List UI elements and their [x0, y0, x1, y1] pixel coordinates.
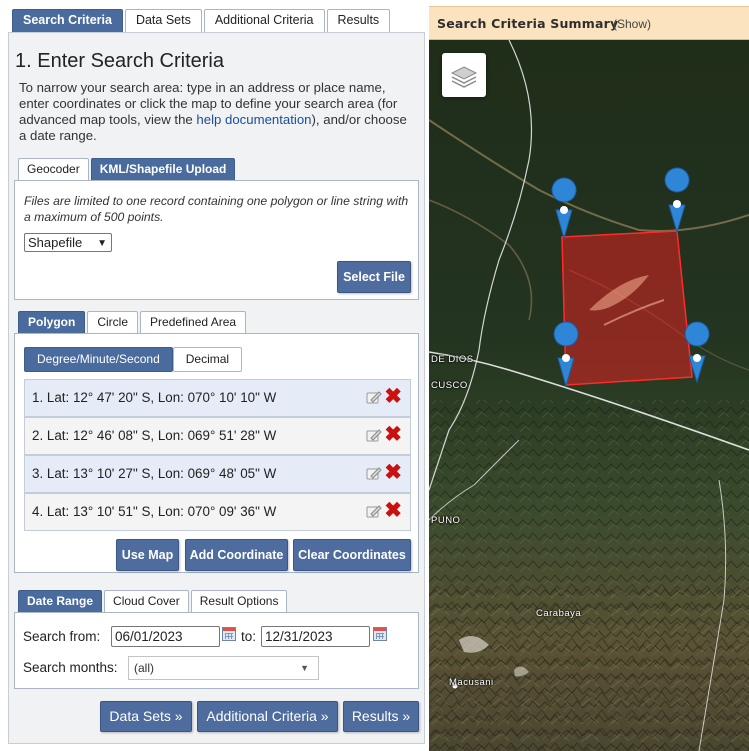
- to-date-input[interactable]: 12/31/2023: [261, 626, 370, 647]
- summary-show-link[interactable]: (Show): [613, 17, 651, 31]
- coordinate-row: 4. Lat: 13° 10' 51" S, Lon: 070° 09' 36"…: [24, 493, 411, 531]
- page-title: 1. Enter Search Criteria: [15, 50, 224, 72]
- satellite-map[interactable]: [429, 40, 749, 751]
- map-label-macusani: Macusani: [449, 677, 494, 688]
- additional-criteria-button[interactable]: Additional Criteria »: [197, 701, 338, 732]
- chevron-down-icon: ▼: [300, 663, 309, 673]
- coordinate-row: 3. Lat: 13° 10' 27" S, Lon: 069° 48' 05"…: [24, 455, 411, 493]
- clear-coordinates-button[interactable]: Clear Coordinates: [293, 539, 411, 571]
- upload-tabs: Geocoder KML/Shapefile Upload: [18, 158, 237, 180]
- coordinate-row: 1. Lat: 12° 47' 20" S, Lon: 070° 10' 10"…: [24, 379, 411, 417]
- edit-icon[interactable]: [366, 504, 382, 518]
- coordinate-text: 1. Lat: 12° 47' 20" S, Lon: 070° 10' 10"…: [32, 390, 277, 405]
- to-label: to:: [241, 629, 257, 644]
- from-date-input[interactable]: 06/01/2023: [111, 626, 220, 647]
- edit-icon[interactable]: [366, 390, 382, 404]
- intro-text: To narrow your search area: type in an a…: [19, 80, 417, 144]
- upload-box: Files are limited to one record containi…: [14, 180, 419, 300]
- summary-header[interactable]: Search Criteria Summary (Show): [429, 6, 749, 40]
- coordinate-row: 2. Lat: 12° 46' 08" S, Lon: 069° 51' 28"…: [24, 417, 411, 455]
- tab-result-options[interactable]: Result Options: [190, 590, 288, 612]
- tab-additional-criteria[interactable]: Additional Criteria: [203, 9, 325, 32]
- tab-kml-shapefile-upload[interactable]: KML/Shapefile Upload: [90, 158, 236, 180]
- delete-icon[interactable]: ✖: [384, 386, 402, 408]
- layers-icon: [450, 66, 478, 88]
- delete-icon[interactable]: ✖: [384, 462, 402, 484]
- polygon-box: Degree/Minute/Second Decimal 1. Lat: 12°…: [14, 333, 419, 573]
- summary-title: Search Criteria Summary: [437, 16, 619, 31]
- map-label-cusco: CUSCO: [431, 380, 468, 391]
- upload-note: Files are limited to one record containi…: [24, 194, 409, 224]
- search-months-label: Search months:: [23, 660, 118, 675]
- main-tabs: Search Criteria Data Sets Additional Cri…: [12, 9, 392, 32]
- search-from-label: Search from:: [23, 629, 101, 644]
- search-months-value: (all): [134, 661, 154, 675]
- tab-predefined-area[interactable]: Predefined Area: [140, 311, 247, 333]
- map-label-puno: PUNO: [431, 515, 461, 526]
- calendar-icon[interactable]: [373, 627, 387, 641]
- coordinate-text: 2. Lat: 12° 46' 08" S, Lon: 069° 51' 28"…: [32, 428, 277, 443]
- tab-search-criteria[interactable]: Search Criteria: [12, 9, 123, 32]
- tab-polygon[interactable]: Polygon: [18, 311, 86, 333]
- calendar-icon[interactable]: [222, 627, 236, 641]
- tab-circle[interactable]: Circle: [87, 311, 139, 333]
- chevron-down-icon: ▼: [97, 238, 107, 249]
- tab-degree-minute-second[interactable]: Degree/Minute/Second: [24, 347, 173, 372]
- tab-results[interactable]: Results: [326, 9, 391, 32]
- add-coordinate-button[interactable]: Add Coordinate: [185, 539, 288, 571]
- date-range-box: Search from: 06/01/2023 to: 12/31/2023 S…: [14, 612, 419, 689]
- tab-geocoder[interactable]: Geocoder: [18, 158, 89, 180]
- delete-icon[interactable]: ✖: [384, 424, 402, 446]
- data-sets-button[interactable]: Data Sets »: [100, 701, 192, 732]
- coordinate-format-tabs: Degree/Minute/Second Decimal: [24, 347, 243, 372]
- tab-date-range[interactable]: Date Range: [18, 590, 103, 612]
- tab-decimal[interactable]: Decimal: [172, 347, 243, 372]
- map-label-carabaya: Carabaya: [536, 608, 582, 619]
- coordinate-text: 3. Lat: 13° 10' 27" S, Lon: 069° 48' 05"…: [32, 466, 277, 481]
- layers-button[interactable]: [442, 53, 486, 97]
- summary-panel: Search Criteria Summary (Show) DE DIOS C…: [429, 0, 749, 751]
- use-map-button[interactable]: Use Map: [116, 539, 179, 571]
- help-documentation-link[interactable]: help documentation: [196, 112, 311, 127]
- area-tabs: Polygon Circle Predefined Area: [18, 311, 248, 333]
- delete-icon[interactable]: ✖: [384, 500, 402, 522]
- file-type-value: Shapefile: [28, 235, 83, 250]
- edit-icon[interactable]: [366, 428, 382, 442]
- select-file-button[interactable]: Select File: [337, 261, 411, 293]
- search-panel: Search Criteria Data Sets Additional Cri…: [0, 0, 428, 751]
- file-type-select[interactable]: Shapefile ▼: [24, 233, 112, 252]
- search-months-select[interactable]: (all) ▼: [128, 656, 319, 680]
- results-button[interactable]: Results »: [343, 701, 419, 732]
- coordinate-text: 4. Lat: 13° 10' 51" S, Lon: 070° 09' 36"…: [32, 504, 277, 519]
- tab-cloud-cover[interactable]: Cloud Cover: [104, 590, 189, 612]
- map-label-de-dios: DE DIOS: [431, 354, 474, 365]
- tab-data-sets[interactable]: Data Sets: [124, 9, 202, 32]
- edit-icon[interactable]: [366, 466, 382, 480]
- date-tabs: Date Range Cloud Cover Result Options: [18, 590, 289, 612]
